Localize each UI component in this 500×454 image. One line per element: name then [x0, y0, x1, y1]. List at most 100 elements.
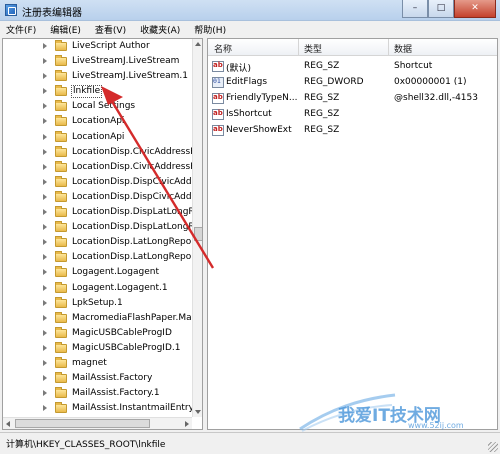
expand-arrow-icon[interactable] [43, 344, 47, 351]
tree-item-label: LiveScript Author [72, 41, 150, 51]
expand-arrow-icon[interactable] [43, 118, 47, 125]
minimize-button[interactable]: – [402, 0, 428, 18]
expand-arrow-icon[interactable] [43, 193, 47, 200]
tree-item[interactable]: LocationApi [3, 130, 192, 145]
expand-arrow-icon[interactable] [43, 103, 47, 110]
expand-arrow-icon[interactable] [43, 224, 47, 231]
tree-item-label: MacromediaFlashPaper.Mac [72, 312, 192, 323]
tree-item[interactable]: MagicUSBCableProgID.1 [3, 341, 192, 356]
tree-item[interactable]: Logagent.Logagent.1 [3, 281, 192, 296]
folder-icon [55, 175, 67, 187]
folder-icon [55, 85, 67, 97]
folder-icon [55, 206, 67, 218]
tree-item-label: lnkfile [71, 85, 103, 99]
value-row[interactable]: NeverShowExt REG_SZ [208, 123, 497, 139]
value-row[interactable]: IsShortcut REG_SZ [208, 107, 497, 123]
tree-item[interactable]: magnet [3, 356, 192, 371]
folder-icon [55, 387, 67, 399]
menu-edit[interactable]: 编辑(E) [50, 23, 81, 36]
tree-item[interactable]: LocationDisp.CivicAddressRe [3, 145, 192, 160]
column-header-data[interactable]: 数据 [394, 42, 412, 55]
tree-item[interactable]: LocationDisp.DispLatLongRe [3, 220, 192, 235]
expand-arrow-icon[interactable] [43, 390, 47, 397]
scroll-right-icon[interactable] [185, 421, 189, 427]
tree-item[interactable]: MailAssist.Factory [3, 371, 192, 386]
tree-item[interactable]: LocationDisp.LatLongReport [3, 235, 192, 250]
expand-arrow-icon[interactable] [43, 239, 47, 246]
resize-grip-icon[interactable] [488, 442, 498, 452]
tree-horizontal-scroll-thumb[interactable] [15, 419, 150, 428]
tree-horizontal-scrollbar[interactable] [3, 417, 192, 429]
tree-vertical-scroll-thumb[interactable] [194, 227, 202, 241]
tree-item[interactable]: LocationApi [3, 114, 192, 129]
tree-item[interactable]: LiveStreamJ.LiveStream [3, 54, 192, 69]
scroll-left-icon[interactable] [6, 421, 10, 427]
expand-arrow-icon[interactable] [43, 314, 47, 321]
menu-help[interactable]: 帮助(H) [194, 23, 226, 36]
expand-arrow-icon[interactable] [43, 359, 47, 366]
column-divider[interactable] [388, 39, 389, 56]
tree-item[interactable]: lnkfile [3, 84, 192, 99]
expand-arrow-icon[interactable] [43, 299, 47, 306]
tree-item[interactable]: LocationDisp.DispCivicAddre [3, 175, 192, 190]
value-name: (默认) [226, 64, 252, 74]
registry-values-list[interactable]: 名称 类型 数据 (默认) REG_SZ Shortcut EditFlags REG_… [207, 38, 498, 430]
tree-item[interactable]: LocationDisp.DispLatLongRe [3, 205, 192, 220]
tree-item-label: MailAssist.InstantmailEntry [72, 403, 192, 414]
expand-arrow-icon[interactable] [43, 269, 47, 276]
folder-icon [55, 100, 67, 112]
expand-arrow-icon[interactable] [43, 73, 47, 80]
tree-item[interactable]: MailAssist.Factory.1 [3, 386, 192, 401]
string-value-icon [212, 109, 224, 120]
tree-item-label: LocationDisp.CivicAddressRe [72, 161, 192, 172]
expand-arrow-icon[interactable] [43, 375, 47, 382]
column-header-type[interactable]: 类型 [304, 42, 322, 55]
folder-icon [55, 40, 67, 51]
tree-item[interactable]: MagicUSBCableProgID [3, 326, 192, 341]
expand-arrow-icon[interactable] [43, 254, 47, 261]
column-header-name[interactable]: 名称 [214, 42, 232, 55]
scroll-down-icon[interactable] [195, 410, 201, 414]
value-row[interactable]: FriendlyTypeN... REG_SZ @shell32.dll,-4153 [208, 91, 497, 107]
expand-arrow-icon[interactable] [43, 284, 47, 291]
tree-item[interactable]: MacromediaFlashPaper.Mac [3, 311, 192, 326]
tree-item[interactable]: Local Settings [3, 99, 192, 114]
string-value-icon [212, 93, 224, 104]
column-divider[interactable] [298, 39, 299, 56]
expand-arrow-icon[interactable] [43, 163, 47, 170]
string-value-icon [212, 61, 224, 72]
folder-icon [55, 130, 67, 142]
tree-item[interactable]: LocationDisp.LatLongReport [3, 250, 192, 265]
tree-item[interactable]: LiveStreamJ.LiveStream.1 [3, 69, 192, 84]
menu-favorites[interactable]: 收藏夹(A) [140, 23, 180, 36]
expand-arrow-icon[interactable] [43, 88, 47, 95]
scroll-up-icon[interactable] [195, 42, 201, 46]
tree-item[interactable]: LpkSetup.1 [3, 296, 192, 311]
tree-item[interactable]: MailAssist.InstantmailEntry [3, 401, 192, 416]
value-row[interactable]: (默认) REG_SZ Shortcut [208, 59, 497, 75]
close-button[interactable]: ✕ [454, 0, 496, 18]
maximize-button[interactable]: □ [428, 0, 454, 18]
folder-icon [55, 326, 67, 338]
registry-key-tree[interactable]: LiveScript Author LiveStreamJ.LiveStream L… [2, 38, 203, 430]
value-row[interactable]: EditFlags REG_DWORD 0x00000001 (1) [208, 75, 497, 91]
tree-item[interactable]: LocationDisp.CivicAddressRe [3, 160, 192, 175]
value-name: FriendlyTypeN... [226, 93, 298, 103]
string-value-icon [212, 125, 224, 136]
expand-arrow-icon[interactable] [43, 329, 47, 336]
expand-arrow-icon[interactable] [43, 58, 47, 65]
expand-arrow-icon[interactable] [43, 405, 47, 412]
tree-item[interactable]: LiveScript Author [3, 39, 192, 54]
menu-view[interactable]: 查看(V) [95, 23, 126, 36]
window-title: 注册表编辑器 [22, 8, 82, 19]
expand-arrow-icon[interactable] [43, 178, 47, 185]
expand-arrow-icon[interactable] [43, 209, 47, 216]
tree-item[interactable]: LocationDisp.DispCivicAddre [3, 190, 192, 205]
menu-file[interactable]: 文件(F) [6, 23, 36, 36]
tree-item[interactable]: Logagent.Logagent [3, 265, 192, 280]
expand-arrow-icon[interactable] [43, 148, 47, 155]
tree-vertical-scrollbar[interactable] [192, 39, 202, 417]
expand-arrow-icon[interactable] [43, 43, 47, 49]
value-data: 0x00000001 (1) [394, 77, 467, 87]
expand-arrow-icon[interactable] [43, 133, 47, 140]
